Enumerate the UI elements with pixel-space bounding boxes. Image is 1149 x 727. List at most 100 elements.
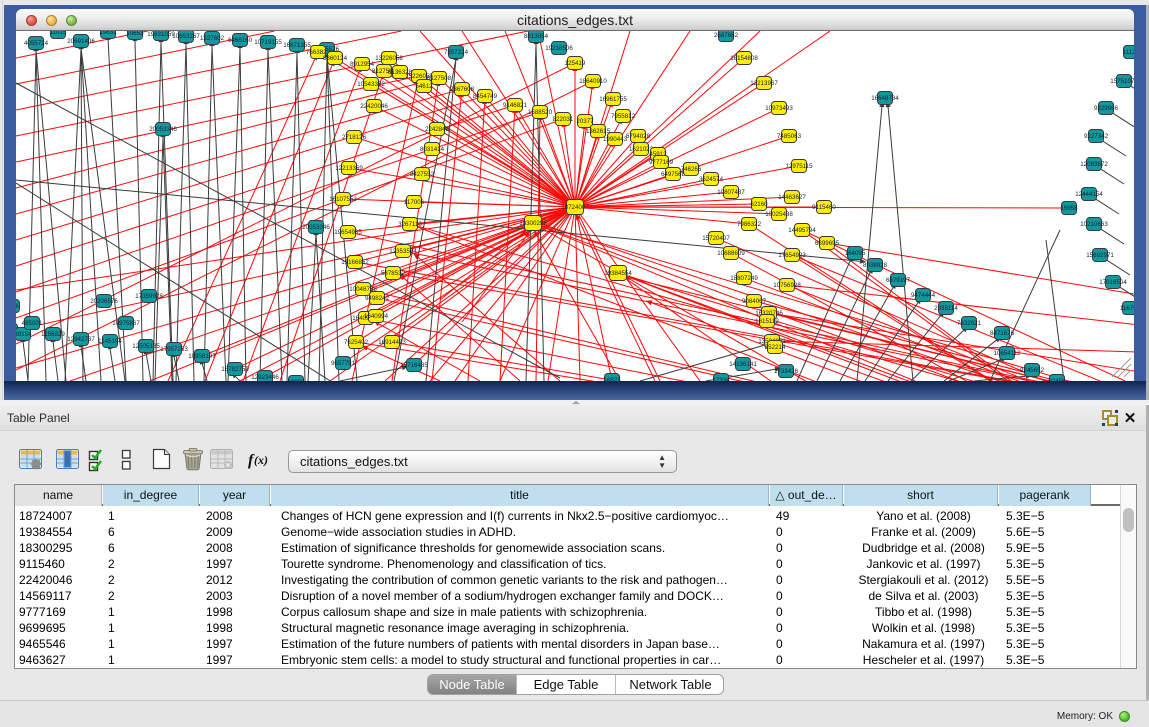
- svg-text:19831059: 19831059: [147, 31, 175, 38]
- svg-text:7632621: 7632621: [957, 320, 982, 327]
- svg-text:1733426: 1733426: [774, 368, 799, 375]
- svg-text:10958107: 10958107: [188, 353, 216, 360]
- svg-text:1990443: 1990443: [603, 136, 628, 143]
- svg-text:8471676: 8471676: [990, 330, 1015, 337]
- svg-text:8938928: 8938928: [863, 262, 888, 269]
- svg-text:4055724: 4055724: [24, 40, 49, 47]
- svg-text:2718126: 2718126: [342, 134, 367, 141]
- svg-text:20377: 20377: [576, 118, 594, 125]
- svg-text:2367608: 2367608: [450, 86, 475, 93]
- svg-text:12213369: 12213369: [335, 165, 363, 172]
- svg-text:125419: 125419: [565, 60, 586, 67]
- svg-text:19166852: 19166852: [341, 259, 369, 266]
- svg-text:1145194: 1145194: [98, 338, 122, 345]
- svg-text:7485063: 7485063: [777, 133, 802, 140]
- svg-text:6879197: 6879197: [886, 277, 911, 284]
- svg-text:14495794: 14495794: [788, 227, 816, 234]
- svg-text:9227342: 9227342: [1084, 133, 1109, 140]
- svg-text:19218506: 19218506: [545, 45, 573, 52]
- svg-text:18640910: 18640910: [579, 78, 607, 85]
- svg-text:1640994: 1640994: [364, 313, 389, 320]
- svg-text:10807487: 10807487: [717, 189, 745, 196]
- svg-text:16961755: 16961755: [599, 96, 627, 103]
- svg-text:10654112: 10654112: [993, 350, 1021, 357]
- svg-text:9657791: 9657791: [331, 360, 356, 367]
- svg-text:6466160: 6466160: [228, 37, 253, 44]
- svg-text:17334: 17334: [712, 377, 730, 381]
- svg-text:10688609: 10688609: [717, 250, 745, 257]
- svg-text:16154808: 16154808: [730, 55, 758, 62]
- svg-text:116753: 116753: [1120, 305, 1134, 312]
- svg-text:19654985: 19654985: [334, 229, 362, 236]
- svg-text:746266: 746266: [681, 166, 702, 173]
- svg-text:17654923: 17654923: [778, 252, 806, 259]
- svg-text:15958: 15958: [1060, 205, 1078, 212]
- svg-text:2935114: 2935114: [934, 305, 958, 312]
- svg-text:18724007: 18724007: [561, 204, 589, 211]
- svg-text:7986322: 7986322: [737, 221, 762, 228]
- svg-text:16648784: 16648784: [871, 95, 899, 102]
- svg-text:15716485: 15716485: [400, 362, 428, 369]
- svg-text:16782759: 16782759: [221, 366, 249, 373]
- svg-text:12353594: 12353594: [389, 248, 417, 255]
- svg-text:12444154: 12444154: [1075, 191, 1103, 198]
- svg-text:16914473: 16914473: [378, 339, 406, 346]
- svg-text:117006: 117006: [404, 199, 425, 206]
- svg-text:9084067: 9084067: [742, 298, 767, 305]
- svg-text:8454749: 8454749: [473, 93, 498, 100]
- svg-text:39154: 39154: [16, 331, 32, 338]
- svg-text:164095: 164095: [845, 250, 866, 257]
- svg-text:9474444: 9474444: [911, 292, 936, 299]
- svg-text:20206576: 20206576: [90, 298, 118, 305]
- svg-text:19831: 19831: [99, 31, 117, 36]
- svg-text:15751074: 15751074: [1110, 78, 1134, 85]
- svg-text:10543382: 10543382: [357, 81, 385, 88]
- svg-text:10756928: 10756928: [773, 282, 801, 289]
- svg-text:10025438: 10025438: [765, 211, 793, 218]
- svg-text:3267110: 3267110: [398, 221, 422, 228]
- svg-text:6899695: 6899695: [815, 240, 840, 247]
- svg-text:54612: 54612: [415, 83, 433, 90]
- svg-text:485001: 485001: [22, 320, 43, 327]
- svg-text:1156829: 1156829: [41, 331, 65, 338]
- svg-text:11123: 11123: [1123, 49, 1134, 56]
- svg-text:7955812: 7955812: [611, 113, 636, 120]
- svg-text:18300295: 18300295: [519, 220, 547, 227]
- svg-text:10975867: 10975867: [112, 320, 140, 327]
- svg-text:822031: 822031: [553, 116, 574, 123]
- svg-text:17359928: 17359928: [135, 293, 163, 300]
- svg-text:9245652: 9245652: [1020, 367, 1045, 374]
- svg-text:8813054: 8813054: [524, 33, 549, 40]
- svg-text:14463627: 14463627: [778, 194, 806, 201]
- svg-text:16823: 16823: [603, 377, 621, 381]
- svg-text:15720407: 15720407: [702, 235, 730, 242]
- svg-text:20053346: 20053346: [302, 224, 330, 231]
- svg-text:12923: 12923: [287, 379, 305, 381]
- svg-text:1527602: 1527602: [200, 35, 225, 42]
- svg-text:8912954: 8912954: [350, 61, 375, 68]
- svg-text:7625402: 7625402: [344, 339, 369, 346]
- svg-text:12093872: 12093872: [1080, 161, 1108, 168]
- svg-text:17957253: 17957253: [160, 346, 188, 353]
- svg-text:2687682: 2687682: [714, 32, 739, 39]
- svg-text:22420046: 22420046: [360, 103, 388, 110]
- svg-text:1588520: 1588520: [528, 109, 553, 116]
- svg-text:14136141: 14136141: [729, 361, 757, 368]
- svg-text:13226058: 13226058: [375, 55, 403, 62]
- svg-text:19384554: 19384554: [604, 270, 632, 277]
- svg-text:10719155: 10719155: [254, 39, 282, 46]
- svg-text:1362615: 1362615: [586, 128, 611, 135]
- svg-text:9115460: 9115460: [812, 204, 836, 211]
- svg-text:5878532: 5878532: [381, 270, 406, 277]
- svg-text:20053346: 20053346: [149, 126, 177, 133]
- svg-text:12923446: 12923446: [251, 374, 279, 381]
- svg-text:8031414: 8031414: [420, 146, 445, 153]
- svg-text:12942737: 12942737: [67, 336, 95, 343]
- svg-text:6794028: 6794028: [626, 133, 651, 140]
- svg-text:8427552: 8427552: [410, 171, 435, 178]
- svg-text:9777169: 9777169: [649, 159, 674, 166]
- svg-text:12213967: 12213967: [750, 80, 778, 87]
- svg-text:17016504: 17016504: [1099, 279, 1127, 286]
- svg-text:2242848: 2242848: [425, 126, 450, 133]
- svg-text:8860124: 8860124: [323, 55, 348, 62]
